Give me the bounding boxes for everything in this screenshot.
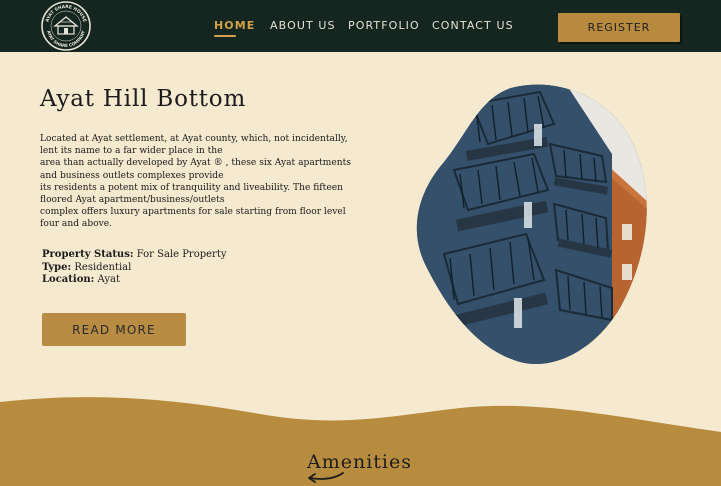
property-status-label: Property Status:	[42, 249, 134, 260]
property-title: Ayat Hill Bottom	[40, 86, 247, 112]
property-status-value: For Sale Property	[136, 249, 227, 260]
property-location-label: Location:	[42, 274, 95, 286]
property-location-value: Ayat	[97, 274, 120, 286]
property-status-row: Property Status: For Sale Property	[42, 249, 227, 262]
nav-link-about-us[interactable]: ABOUT US	[270, 19, 336, 32]
curved-arrow-icon	[308, 472, 344, 483]
nav-link-contact-us[interactable]: CONTACT US	[432, 19, 514, 32]
read-more-button[interactable]: READ MORE	[42, 313, 186, 346]
company-logo[interactable]: AYAT SHARE HOUSE AYAT SHARE COMPANY	[38, 0, 94, 52]
top-navbar: AYAT SHARE HOUSE AYAT SHARE COMPANY HOME…	[0, 0, 721, 52]
nav-link-home[interactable]: HOME	[214, 19, 255, 32]
nav-link-portfolio[interactable]: PORTFOLIO	[348, 19, 420, 32]
register-button[interactable]: REGISTER	[558, 13, 680, 42]
property-type-label: Type:	[42, 261, 72, 273]
property-description: Located at Ayat settlement, at Ayat coun…	[40, 134, 351, 230]
property-location-row: Location: Ayat	[42, 274, 227, 287]
building-photo	[416, 84, 647, 364]
active-link-indicator	[214, 35, 236, 37]
property-details: Property Status: For Sale Property Type:…	[42, 249, 227, 287]
property-type-row: Type: Residential	[42, 262, 227, 275]
property-type-value: Residential	[74, 261, 132, 273]
